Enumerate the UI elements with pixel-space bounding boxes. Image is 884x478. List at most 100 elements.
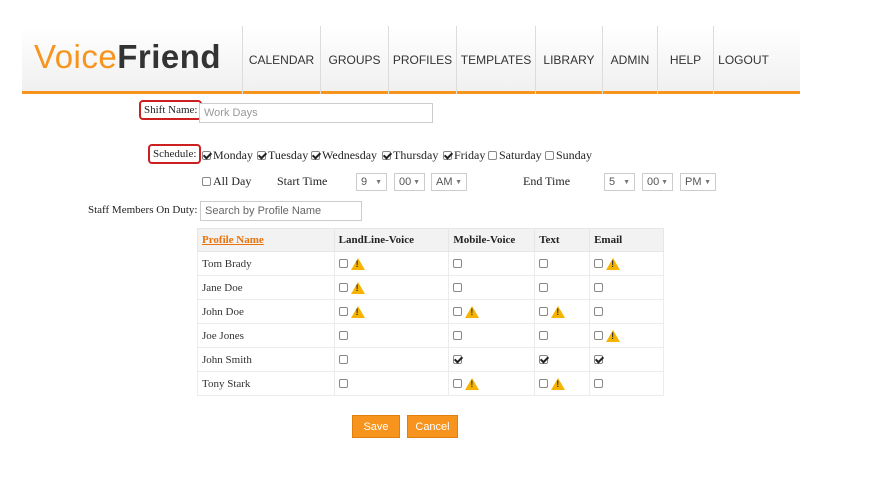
channel-checkbox[interactable] [539,283,549,293]
column-header-landline-voice: LandLine-Voice [333,228,450,252]
channel-checkbox[interactable] [338,283,348,293]
channel-cell [448,251,536,276]
warning-icon [465,305,480,318]
all-day-checkbox[interactable]: All Day [202,174,251,189]
day-checkbox[interactable] [443,151,452,160]
warning-icon [606,257,621,270]
cancel-button[interactable]: Cancel [407,415,458,438]
day-thursday[interactable]: Thursday [382,148,438,163]
column-header-email: Email [589,228,664,252]
chevron-down-icon: ▼ [375,178,382,186]
day-checkbox[interactable] [202,151,211,160]
start-time-label: Start Time [277,174,328,188]
channel-checkbox[interactable] [453,307,463,317]
channel-checkbox[interactable] [453,355,463,365]
profile-name: Jane Doe [197,275,335,300]
chevron-down-icon: ▼ [704,178,711,186]
day-tuesday[interactable]: Tuesday [257,148,308,163]
start-minute-select[interactable]: 00 ▼ [394,173,425,191]
channel-checkbox[interactable] [338,331,348,341]
end-ampm-select[interactable]: PM ▼ [680,173,716,191]
channel-checkbox[interactable] [453,259,463,269]
channel-checkbox[interactable] [539,307,549,317]
channel-checkbox[interactable] [594,283,604,293]
day-saturday[interactable]: Saturday [488,148,542,163]
main-nav: CALENDAR GROUPS PROFILES TEMPLATES LIBRARY AD… [242,26,773,94]
channel-checkbox[interactable] [594,355,604,365]
table-row: Joe Jones [197,323,664,348]
channel-cell [589,347,664,372]
channel-checkbox[interactable] [338,259,348,269]
day-checkbox[interactable] [545,151,554,160]
channel-checkbox[interactable] [594,307,604,317]
channel-cell [333,371,450,396]
warning-icon [465,377,480,390]
nav-library[interactable]: LIBRARY [535,26,602,94]
channel-checkbox[interactable] [594,331,604,341]
column-header-profile-name[interactable]: Profile Name [197,228,335,252]
channel-checkbox[interactable] [594,259,604,269]
day-label: Saturday [499,148,542,162]
channel-cell [333,251,450,276]
voicefriend-logo[interactable]: VoiceFriend [34,38,221,76]
chevron-down-icon: ▼ [623,178,630,186]
channel-cell [333,323,450,348]
channel-cell [534,323,591,348]
end-minute-select[interactable]: 00 ▼ [642,173,673,191]
channel-checkbox[interactable] [453,283,463,293]
profile-name: John Doe [197,299,335,324]
channel-cell [589,323,664,348]
all-day-label: All Day [213,174,252,188]
table-row: Tony Stark [197,371,664,396]
day-checkbox[interactable] [257,151,266,160]
channel-checkbox[interactable] [453,331,463,341]
day-monday[interactable]: Monday [202,148,253,163]
channel-checkbox[interactable] [453,379,463,389]
nav-profiles[interactable]: PROFILES [388,26,456,94]
shift-name-input[interactable]: Work Days [199,103,433,123]
channel-cell [448,347,536,372]
channel-cell [589,251,664,276]
day-label: Tuesday [268,148,309,162]
nav-templates[interactable]: TEMPLATES [456,26,535,94]
channel-checkbox[interactable] [539,331,549,341]
profile-name: John Smith [197,347,335,372]
all-day-check[interactable] [202,177,211,186]
column-header-mobile-voice: Mobile-Voice [448,228,536,252]
nav-groups[interactable]: GROUPS [320,26,388,94]
nav-admin[interactable]: ADMIN [602,26,657,94]
channel-cell [448,299,536,324]
channel-checkbox[interactable] [338,379,348,389]
end-hour-select[interactable]: 5 ▼ [604,173,635,191]
day-sunday[interactable]: Sunday [545,148,592,163]
nav-calendar[interactable]: CALENDAR [242,26,320,94]
channel-checkbox[interactable] [338,355,348,365]
nav-logout[interactable]: LOGOUT [713,26,773,94]
end-ampm-value: PM [685,176,702,188]
day-checkbox[interactable] [382,151,391,160]
warning-icon [350,305,365,318]
start-hour-select[interactable]: 9 ▼ [356,173,387,191]
channel-cell [448,323,536,348]
chevron-down-icon: ▼ [455,178,462,186]
day-label: Friday [454,148,486,162]
channel-checkbox[interactable] [594,379,604,389]
day-checkbox[interactable] [311,151,320,160]
profile-search-input[interactable]: Search by Profile Name [200,201,362,221]
save-button[interactable]: Save [352,415,400,438]
day-label: Wednesday [322,148,378,162]
day-wednesday[interactable]: Wednesday [311,148,377,163]
end-time-label: End Time [523,174,571,188]
channel-checkbox[interactable] [338,307,348,317]
nav-help[interactable]: HELP [657,26,713,94]
channel-checkbox[interactable] [539,379,549,389]
staff-table: Profile Name LandLine-Voice Mobile-Voice Te… [197,228,664,396]
day-friday[interactable]: Friday [443,148,485,163]
channel-cell [534,299,591,324]
column-header-text: Text [534,228,591,252]
channel-checkbox[interactable] [539,355,549,365]
table-row: John Doe [197,299,664,324]
start-ampm-select[interactable]: AM ▼ [431,173,467,191]
channel-checkbox[interactable] [539,259,549,269]
day-checkbox[interactable] [488,151,497,160]
